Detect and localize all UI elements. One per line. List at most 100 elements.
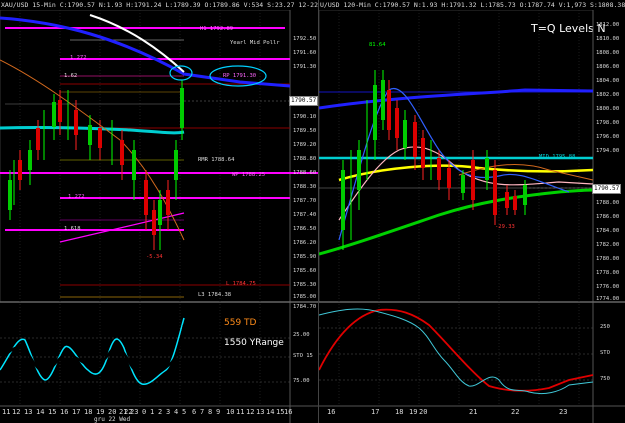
price-tick: 1787.40: [293, 212, 317, 218]
price-tick: 1778.00: [596, 270, 620, 276]
time-tick: 14: [266, 408, 275, 416]
osc-tick: 750: [600, 376, 610, 382]
time-tick: 12: [246, 408, 255, 416]
osc-tick: 75.00: [293, 378, 310, 384]
price-tick: 1784.00: [596, 228, 620, 234]
price-tick: 1780.00: [596, 256, 620, 262]
time-tick: 5: [182, 408, 187, 416]
price-tick: 1786.50: [293, 226, 317, 232]
time-tick: 12: [12, 408, 21, 416]
price-tick: 1800.00: [596, 106, 620, 112]
rm-level-label: RMR 1788.64: [198, 157, 235, 163]
time-tick: 14: [36, 408, 45, 416]
yearly-mid-label: Yearl Mid Pollr: [230, 40, 280, 46]
rp-level-label: RP 1791.30: [223, 73, 257, 79]
fib-label: 1.618: [64, 226, 81, 232]
time-tick: 11: [2, 408, 11, 416]
price-tick: 1782.00: [596, 242, 620, 248]
l3-level-label: L3 1784.38: [198, 292, 232, 298]
time-tick: 10: [226, 408, 235, 416]
time-tick: 22: [511, 408, 520, 416]
price-tick: 1785.00: [293, 294, 317, 300]
time-tick: 18: [395, 408, 404, 416]
low-value-label: -5.34: [146, 254, 163, 260]
left-candles: [8, 80, 184, 250]
right-price-canvas[interactable]: [319, 10, 625, 423]
osc-red-line: [319, 308, 594, 392]
price-tick: 1804.00: [596, 78, 620, 84]
fib-label: 1.62: [64, 73, 78, 79]
right-chart-header: U/USD 120-Min C:1790.57 N:1.93 H:1791.32…: [319, 0, 625, 10]
price-tick: 1812.00: [596, 22, 620, 28]
osc-tick: STO 15: [293, 353, 313, 359]
price-tick: 1788.60: [293, 170, 317, 176]
time-tick: 21: [469, 408, 478, 416]
time-tick: 17: [371, 408, 380, 416]
price-tick: 1798.00: [596, 120, 620, 126]
time-tick: 11: [236, 408, 245, 416]
price-tick: 1787.70: [293, 198, 317, 204]
wp-level-label: WP 1788.25: [232, 172, 266, 178]
time-tick: 13: [24, 408, 33, 416]
time-tick: 1: [150, 408, 155, 416]
time-tick: 8: [208, 408, 213, 416]
price-tick: 1802.00: [596, 92, 620, 98]
price-tick: 1791.60: [293, 50, 317, 56]
time-tick: 16: [327, 408, 336, 416]
time-tick: 17: [72, 408, 81, 416]
time-tick: 9: [216, 408, 221, 416]
time-tick: 6: [192, 408, 197, 416]
price-tick: 1776.00: [596, 284, 620, 290]
fib-label: 1.272: [70, 55, 87, 61]
price-tick: 1788.80: [293, 156, 317, 162]
price-tick: 1810.00: [596, 36, 620, 42]
white-ma-line: [89, 14, 185, 73]
price-tick: 1789.50: [293, 128, 317, 134]
time-tick: 16: [284, 408, 293, 416]
right-chart-pane[interactable]: U/USD 120-Min C:1790.57 N:1.93 H:1791.32…: [318, 0, 625, 423]
osc-cyan-line: [319, 308, 594, 395]
orange-ma-line: [0, 59, 185, 241]
time-tick: 19: [96, 408, 105, 416]
price-tick: 1790.10: [293, 114, 317, 120]
osc-tick: 25.00: [293, 332, 310, 338]
current-price-badge: 1790.57: [289, 96, 318, 106]
price-tick: 1794.00: [596, 148, 620, 154]
time-tick: 15: [48, 408, 57, 416]
peak-label: 81.64: [369, 42, 386, 48]
time-tick: 20: [419, 408, 428, 416]
price-tick: 1786.00: [596, 214, 620, 220]
h-level-label: H1 1792.89: [200, 26, 234, 32]
time-tick: 2: [158, 408, 163, 416]
price-tick: 1791.30: [293, 64, 317, 70]
time-tick: 23: [130, 408, 139, 416]
left-chart-pane[interactable]: XAU/USD 15-Min C:1790.57 N:1.93 H:1791.2…: [0, 0, 318, 423]
osc-black-line: [0, 324, 186, 378]
left-price-canvas[interactable]: [0, 10, 318, 423]
osc-tick: STO: [600, 350, 610, 356]
time-tick: 0: [142, 408, 147, 416]
yrange-label: 1550 YRange: [224, 338, 284, 348]
price-tick: 1785.60: [293, 268, 317, 274]
price-tick: 1786.20: [293, 240, 317, 246]
price-tick: 1808.00: [596, 50, 620, 56]
time-tick: 7: [200, 408, 205, 416]
time-tick: 3: [166, 408, 171, 416]
time-tick: 20: [108, 408, 117, 416]
price-tick: 1784.70: [293, 304, 317, 310]
fib-label: 1.272: [68, 194, 85, 200]
low-value-label: -29.33: [495, 224, 515, 230]
date-label: gru 22 Wed: [94, 416, 131, 423]
green-ma-line: [319, 188, 594, 256]
price-tick: 1792.50: [293, 36, 317, 42]
td-label: 559 TD: [224, 318, 257, 328]
current-price-badge: 1790.57: [592, 184, 622, 194]
time-tick: 19: [409, 408, 418, 416]
mid-level-label: MID 1795.88: [539, 154, 576, 160]
time-tick: 13: [256, 408, 265, 416]
price-tick: 1796.00: [596, 134, 620, 140]
left-chart-header: XAU/USD 15-Min C:1790.57 N:1.93 H:1791.2…: [0, 0, 318, 10]
price-tick: 1785.90: [293, 254, 317, 260]
price-tick: 1774.00: [596, 296, 620, 302]
osc-tick: 250: [600, 324, 610, 330]
